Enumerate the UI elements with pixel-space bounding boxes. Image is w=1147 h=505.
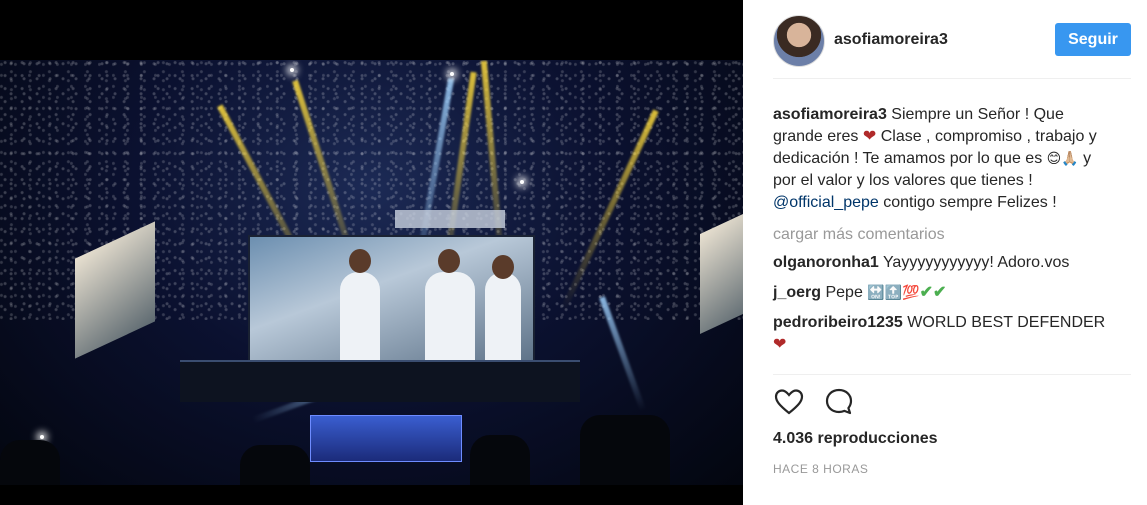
stage-led-block	[310, 415, 462, 462]
player-head	[349, 249, 371, 273]
follow-button[interactable]: Seguir	[1055, 23, 1131, 56]
smile-pray-emoji-icon: 😊🙏🏼	[1046, 151, 1079, 167]
player-figure	[485, 272, 521, 367]
comment-author[interactable]: j_oerg	[773, 284, 821, 301]
comment-text: Pepe	[825, 284, 863, 301]
action-bar	[773, 386, 855, 418]
post-sidebar: asofiamoreira3 Seguir asofiamoreira3 Sie…	[743, 0, 1147, 505]
comment-text: Yayyyyyyyyyyy! Adoro.vos	[882, 254, 1070, 271]
main-video-screen	[248, 235, 535, 369]
spotlight	[40, 435, 44, 439]
post-header: asofiamoreira3 Seguir	[743, 0, 1147, 78]
caption: asofiamoreira3 Siempre un Señor ! Que gr…	[773, 104, 1107, 214]
heart-emoji-icon: ❤	[773, 336, 787, 353]
comment-author[interactable]: pedroribeiro1235	[773, 314, 903, 331]
post-timestamp[interactable]: HACE 8 HORAS	[773, 462, 868, 476]
player-head	[438, 249, 460, 273]
audience-silhouette	[240, 445, 310, 485]
instagram-post: asofiamoreira3 Seguir asofiamoreira3 Sie…	[0, 0, 1147, 505]
comment-item: j_oerg Pepe 🔛🔝💯✔✔	[773, 282, 1107, 304]
mention-link[interactable]: @official_pepe	[773, 194, 879, 211]
audience-silhouette	[0, 440, 60, 485]
load-more-comments-link[interactable]: cargar más comentarios	[773, 224, 1107, 246]
audience-silhouette	[580, 415, 670, 485]
on-top-hundred-emoji-icon: 🔛🔝💯	[867, 285, 920, 301]
actions-divider	[773, 374, 1131, 375]
audience-silhouette	[470, 435, 530, 485]
player-figure	[340, 272, 380, 367]
header-username[interactable]: asofiamoreira3	[834, 31, 948, 49]
caption-author[interactable]: asofiamoreira3	[773, 106, 887, 123]
spotlight	[520, 180, 524, 184]
comment-item: pedroribeiro1235 WORLD BEST DEFENDER ❤	[773, 312, 1107, 356]
video-player[interactable]	[0, 0, 743, 505]
player-figure	[425, 272, 475, 367]
header-divider	[773, 78, 1131, 79]
comment-text: WORLD BEST DEFENDER	[907, 314, 1106, 331]
check-mark-icon: ✔✔	[919, 284, 947, 301]
avatar[interactable]	[773, 15, 825, 67]
speech-bubble-icon[interactable]	[823, 386, 855, 418]
spotlight	[450, 72, 454, 76]
player-head	[492, 255, 514, 279]
upper-platform	[395, 210, 505, 228]
view-count: 4.036 reproducciones	[773, 430, 938, 447]
comment-list: asofiamoreira3 Siempre un Señor ! Que gr…	[773, 104, 1107, 364]
heart-outline-icon[interactable]	[773, 386, 805, 418]
comment-item: olganoronha1 Yayyyyyyyyyyy! Adoro.vos	[773, 252, 1107, 274]
comment-author[interactable]: olganoronha1	[773, 254, 879, 271]
caption-text-4: contigo sempre Felizes !	[883, 194, 1057, 211]
spotlight	[290, 68, 294, 72]
heart-emoji-icon: ❤	[862, 128, 877, 145]
concert-video-frame[interactable]	[0, 60, 743, 485]
stage	[180, 360, 580, 402]
